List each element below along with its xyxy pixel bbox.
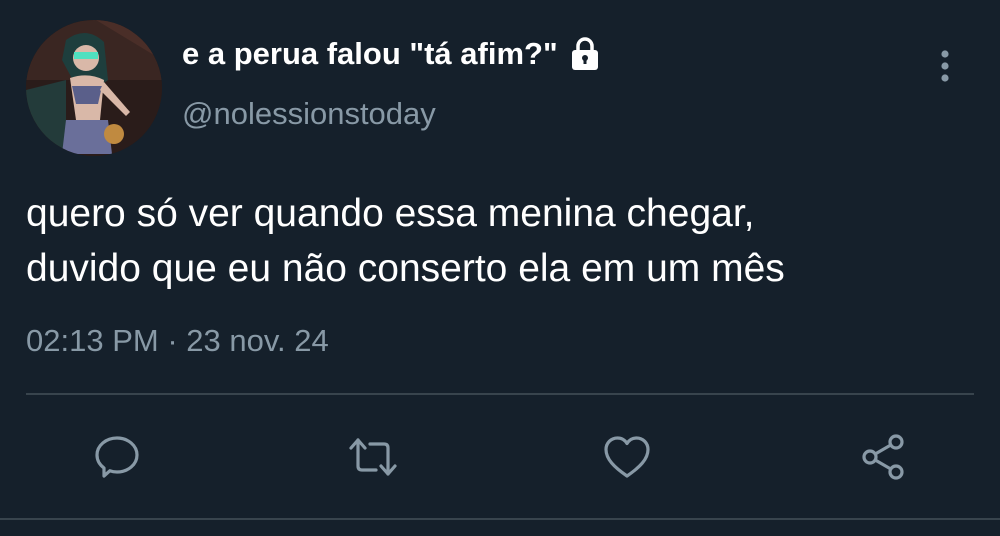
reply-icon [95,436,139,478]
like-button[interactable] [600,430,654,484]
share-button[interactable] [856,430,910,484]
divider [26,393,974,395]
heart-icon [604,436,650,478]
tweet-text-line: quero só ver quando essa menina chegar, [26,192,755,235]
avatar-image [26,20,162,156]
reply-button[interactable] [90,430,144,484]
retweet-icon [349,438,397,476]
user-handle[interactable]: @nolessionstoday [182,96,436,132]
display-name-text: e a perua falou "tá afim?" [182,36,558,71]
lock-icon [571,37,598,70]
tweet-card: e a perua falou "tá afim?" @nolessionsto… [0,0,1000,536]
more-vertical-icon[interactable] [936,46,954,86]
tweet-meta: 02:13 PM · 23 nov. 24 [26,323,329,359]
display-name[interactable]: e a perua falou "tá afim?" [182,36,600,72]
tweet-text-line: duvido que eu não conserto ela em um mês [26,247,785,290]
retweet-button[interactable] [346,430,400,484]
tweet-time[interactable]: 02:13 PM [26,323,159,358]
avatar[interactable] [26,20,162,156]
meta-separator: · [167,323,178,358]
bottom-divider [0,518,1000,520]
tweet-date[interactable]: 23 nov. 24 [186,323,328,358]
tweet-text: quero só ver quando essa menina chegar, … [26,186,976,296]
share-icon [862,434,904,480]
